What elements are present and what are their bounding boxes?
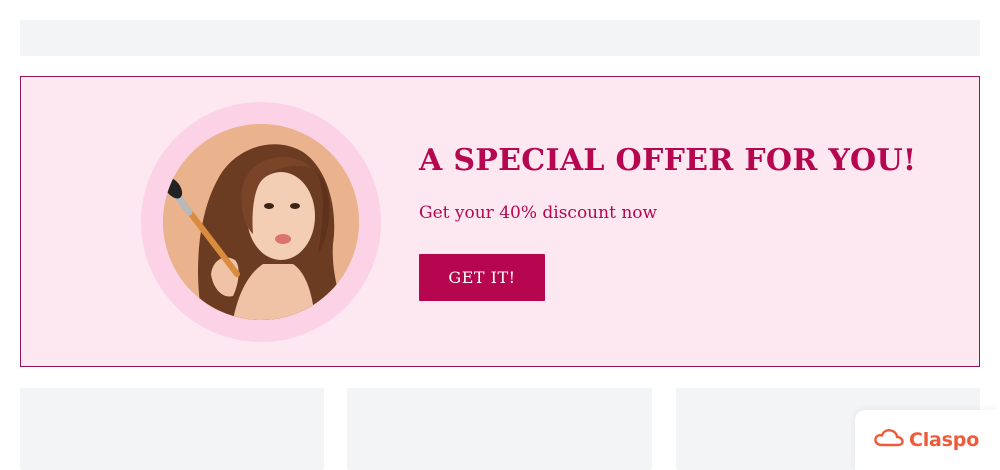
- model-photo: [163, 124, 359, 320]
- get-it-button[interactable]: GET IT!: [419, 254, 545, 301]
- placeholder-card: [20, 388, 324, 470]
- offer-subtitle: Get your 40% discount now: [419, 203, 658, 223]
- placeholder-card: [347, 388, 652, 470]
- photo-ring: [141, 102, 381, 342]
- model-illustration: [163, 124, 359, 320]
- brand-badge[interactable]: Claspo: [855, 410, 1000, 470]
- placeholder-bar: [20, 20, 980, 56]
- brand-logo[interactable]: Claspo: [874, 428, 979, 452]
- offer-title: A SPECIAL OFFER FOR YOU!: [419, 143, 917, 178]
- offer-banner: A SPECIAL OFFER FOR YOU! Get your 40% di…: [20, 76, 980, 367]
- cloud-icon: [874, 428, 904, 452]
- brand-name: Claspo: [909, 429, 980, 451]
